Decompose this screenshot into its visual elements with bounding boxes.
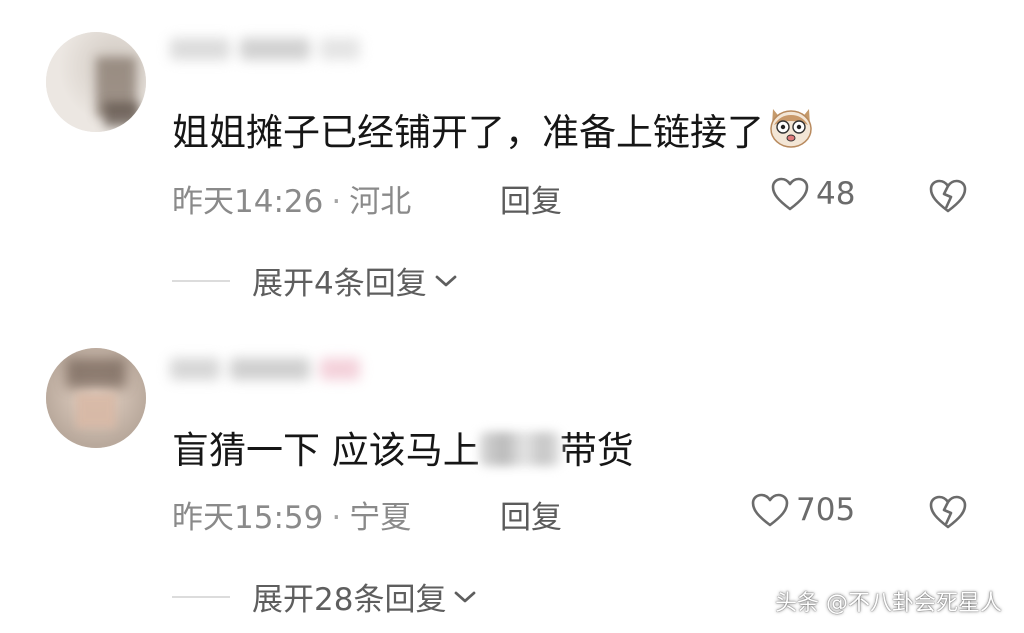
heart-outline-icon	[750, 492, 790, 528]
like-count: 48	[816, 176, 856, 212]
expand-replies-button[interactable]: 展开4条回复	[172, 258, 459, 303]
meta-separator: ·	[331, 184, 342, 220]
shocked-dog-emoji-icon	[766, 103, 816, 158]
heart-outline-icon	[770, 176, 810, 212]
chevron-down-icon	[452, 579, 478, 615]
comment-text-after: 带货	[559, 429, 634, 472]
dislike-button[interactable]	[928, 494, 968, 534]
expand-replies-label: 展开4条回复	[252, 266, 427, 302]
comment-text: 姐姐摊子已经铺开了，准备上链接了	[172, 102, 816, 162]
like-count: 705	[796, 492, 856, 528]
comment-time: 昨天14:26	[172, 184, 324, 220]
like-button[interactable]: 48	[770, 176, 855, 212]
comment-location: 宁夏	[349, 500, 412, 536]
like-button[interactable]: 705	[750, 492, 855, 528]
broken-heart-icon	[928, 179, 968, 218]
comment-text-content: 姐姐摊子已经铺开了，准备上链接了	[172, 111, 764, 154]
reply-button[interactable]: 回复	[500, 176, 562, 221]
username-redacted	[170, 30, 370, 70]
comments-page: 姐姐摊子已经铺开了，准备上链接了 昨天14:26 · 河北 回复 48 展开4条…	[0, 0, 1024, 633]
broken-heart-icon	[928, 495, 968, 534]
expand-replies-button[interactable]: 展开28条回复	[172, 574, 478, 619]
avatar[interactable]	[46, 32, 146, 132]
watermark: 头条 @不八卦会死星人	[775, 591, 1002, 616]
comment-time: 昨天15:59	[172, 500, 324, 536]
chevron-down-icon	[433, 263, 459, 299]
username-redacted	[170, 350, 370, 390]
reply-button[interactable]: 回复	[500, 492, 562, 537]
comment-meta: 昨天15:59 · 宁夏	[172, 492, 411, 537]
dislike-button[interactable]	[928, 178, 968, 218]
divider-line	[172, 279, 230, 282]
divider-line	[172, 595, 230, 598]
comment-location: 河北	[349, 184, 412, 220]
avatar[interactable]	[46, 348, 146, 448]
expand-replies-label: 展开28条回复	[252, 582, 447, 618]
comment-text: 盲猜一下 应该马上 带货	[172, 420, 634, 474]
comment-meta: 昨天14:26 · 河北	[172, 176, 411, 221]
comment-text-before: 盲猜一下 应该马上	[172, 429, 480, 472]
redacted-text	[479, 431, 560, 466]
meta-separator: ·	[331, 500, 342, 536]
